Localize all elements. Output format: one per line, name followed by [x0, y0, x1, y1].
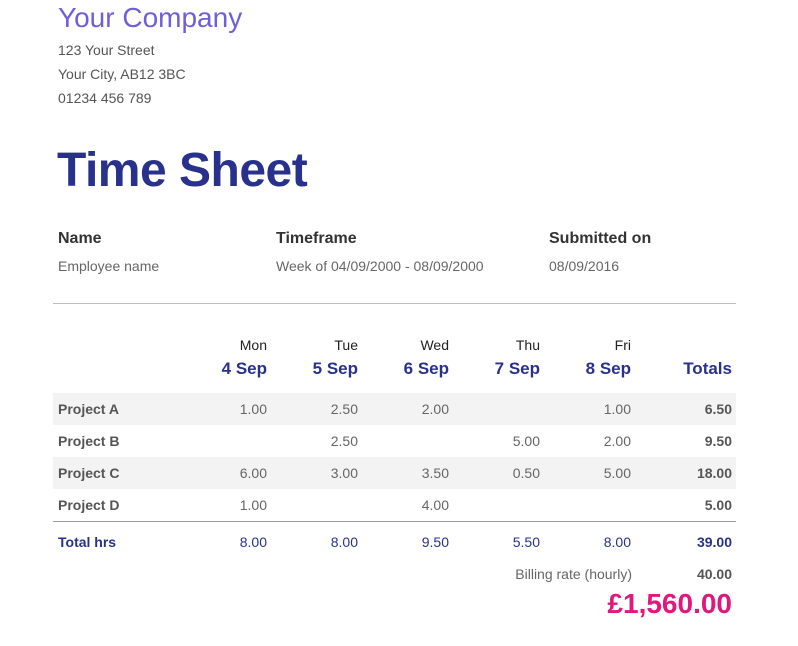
hours-cell: 5.00	[512, 433, 540, 449]
date-wed: 6 Sep	[403, 359, 449, 378]
total-hours-cell: 8.00	[603, 534, 631, 550]
table-row: Project B 2.50 5.00 2.00 9.50	[53, 425, 736, 457]
day-tue: Tue	[334, 337, 358, 353]
total-hours-cell: 9.50	[421, 534, 449, 550]
company-address-line1: 123 Your Street	[58, 42, 155, 58]
total-hours-cell: 8.00	[239, 534, 267, 550]
name-label: Name	[58, 230, 102, 247]
hours-cell: 3.00	[330, 465, 358, 481]
row-total: 5.00	[704, 497, 732, 513]
table-header-row: Mon 4 Sep Tue 5 Sep Wed 6 Sep Thu 7 Sep …	[53, 337, 736, 393]
totals-row: Total hrs 8.00 8.00 9.50 5.50 8.00 39.00	[53, 534, 736, 554]
submitted-value: 08/09/2016	[549, 258, 620, 274]
project-label: Project C	[58, 465, 120, 481]
company-address-line2: Your City, AB12 3BC	[58, 66, 186, 82]
hours-cell: 2.50	[330, 401, 358, 417]
billing-rate-value: 40.00	[696, 566, 732, 582]
company-name: Your Company	[58, 2, 243, 33]
day-wed: Wed	[420, 337, 449, 353]
timesheet-table: Mon 4 Sep Tue 5 Sep Wed 6 Sep Thu 7 Sep …	[53, 337, 736, 521]
total-hours-cell: 5.50	[512, 534, 540, 550]
date-fri: 8 Sep	[585, 359, 631, 378]
day-mon: Mon	[239, 337, 267, 353]
date-tue: 5 Sep	[312, 359, 358, 378]
totals-divider	[53, 521, 736, 522]
hours-cell: 3.50	[421, 465, 449, 481]
submitted-label: Submitted on	[549, 230, 652, 247]
hours-cell: 2.00	[421, 401, 449, 417]
row-total: 9.50	[704, 433, 732, 449]
totals-label: Total hrs	[58, 534, 117, 550]
page-title: Time Sheet	[57, 144, 308, 197]
table-row: Project A 1.00 2.50 2.00 1.00 6.50	[53, 393, 736, 425]
hours-cell: 1.00	[239, 497, 267, 513]
table-row: Project C 6.00 3.00 3.50 0.50 5.00 18.00	[53, 457, 736, 489]
name-value: Employee name	[58, 258, 160, 274]
date-thu: 7 Sep	[494, 359, 540, 378]
total-amount: £1,560.00	[607, 588, 732, 619]
table-row: Project D 1.00 4.00 5.00	[53, 489, 736, 521]
row-total: 18.00	[696, 465, 732, 481]
day-fri: Fri	[614, 337, 631, 353]
hours-cell: 4.00	[421, 497, 449, 513]
project-label: Project B	[58, 433, 120, 449]
timeframe-value: Week of 04/09/2000 - 08/09/2000	[276, 258, 484, 274]
project-label: Project A	[58, 401, 119, 417]
total-hours-cell: 8.00	[330, 534, 358, 550]
hours-cell: 1.00	[239, 401, 267, 417]
totals-header: Totals	[683, 359, 732, 378]
hours-cell: 0.50	[512, 465, 540, 481]
day-thu: Thu	[515, 337, 540, 353]
grand-total-hours: 39.00	[696, 534, 732, 550]
hours-cell: 2.00	[603, 433, 631, 449]
billing-rate-label: Billing rate (hourly)	[515, 566, 632, 582]
hours-cell: 5.00	[603, 465, 631, 481]
row-total: 6.50	[704, 401, 732, 417]
header-divider	[53, 303, 736, 304]
date-mon: 4 Sep	[221, 359, 267, 378]
timeframe-label: Timeframe	[276, 230, 357, 247]
hours-cell: 1.00	[603, 401, 631, 417]
company-phone: 01234 456 789	[58, 90, 152, 106]
hours-cell: 2.50	[330, 433, 358, 449]
hours-cell: 6.00	[239, 465, 267, 481]
project-label: Project D	[58, 497, 120, 513]
